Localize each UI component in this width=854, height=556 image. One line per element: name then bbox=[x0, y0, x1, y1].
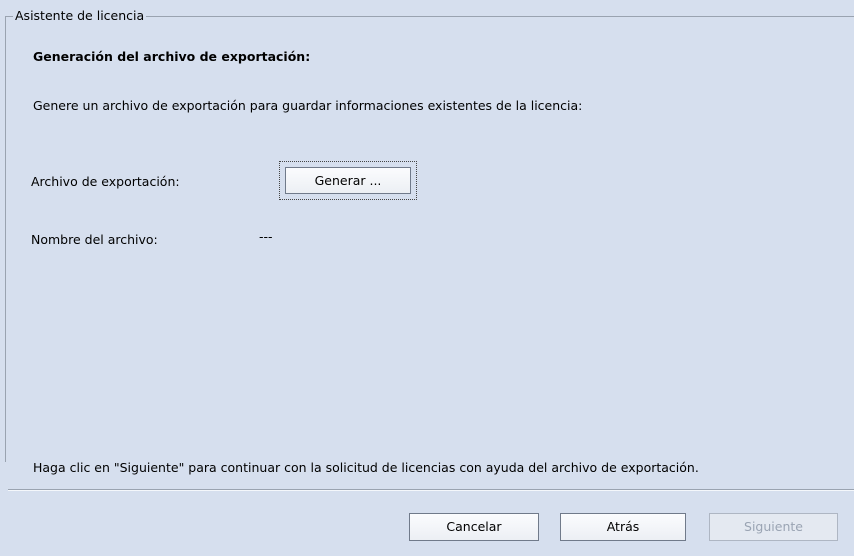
back-button[interactable]: Atrás bbox=[560, 513, 686, 541]
export-file-label: Archivo de exportación: bbox=[31, 174, 180, 189]
next-button[interactable]: Siguiente bbox=[709, 513, 838, 541]
intro-text: Genere un archivo de exportación para gu… bbox=[33, 98, 583, 113]
groupbox-title: Asistente de licencia bbox=[13, 8, 147, 24]
footer-separator bbox=[8, 489, 854, 491]
filename-value: --- bbox=[259, 229, 273, 244]
cancel-button[interactable]: Cancelar bbox=[409, 513, 539, 541]
filename-label: Nombre del archivo: bbox=[31, 232, 158, 247]
license-wizard-panel: Asistente de licencia Generación del arc… bbox=[0, 0, 854, 556]
generate-button[interactable]: Generar ... bbox=[285, 167, 411, 194]
section-title: Generación del archivo de exportación: bbox=[33, 49, 311, 64]
hint-text: Haga clic en "Siguiente" para continuar … bbox=[33, 460, 699, 475]
